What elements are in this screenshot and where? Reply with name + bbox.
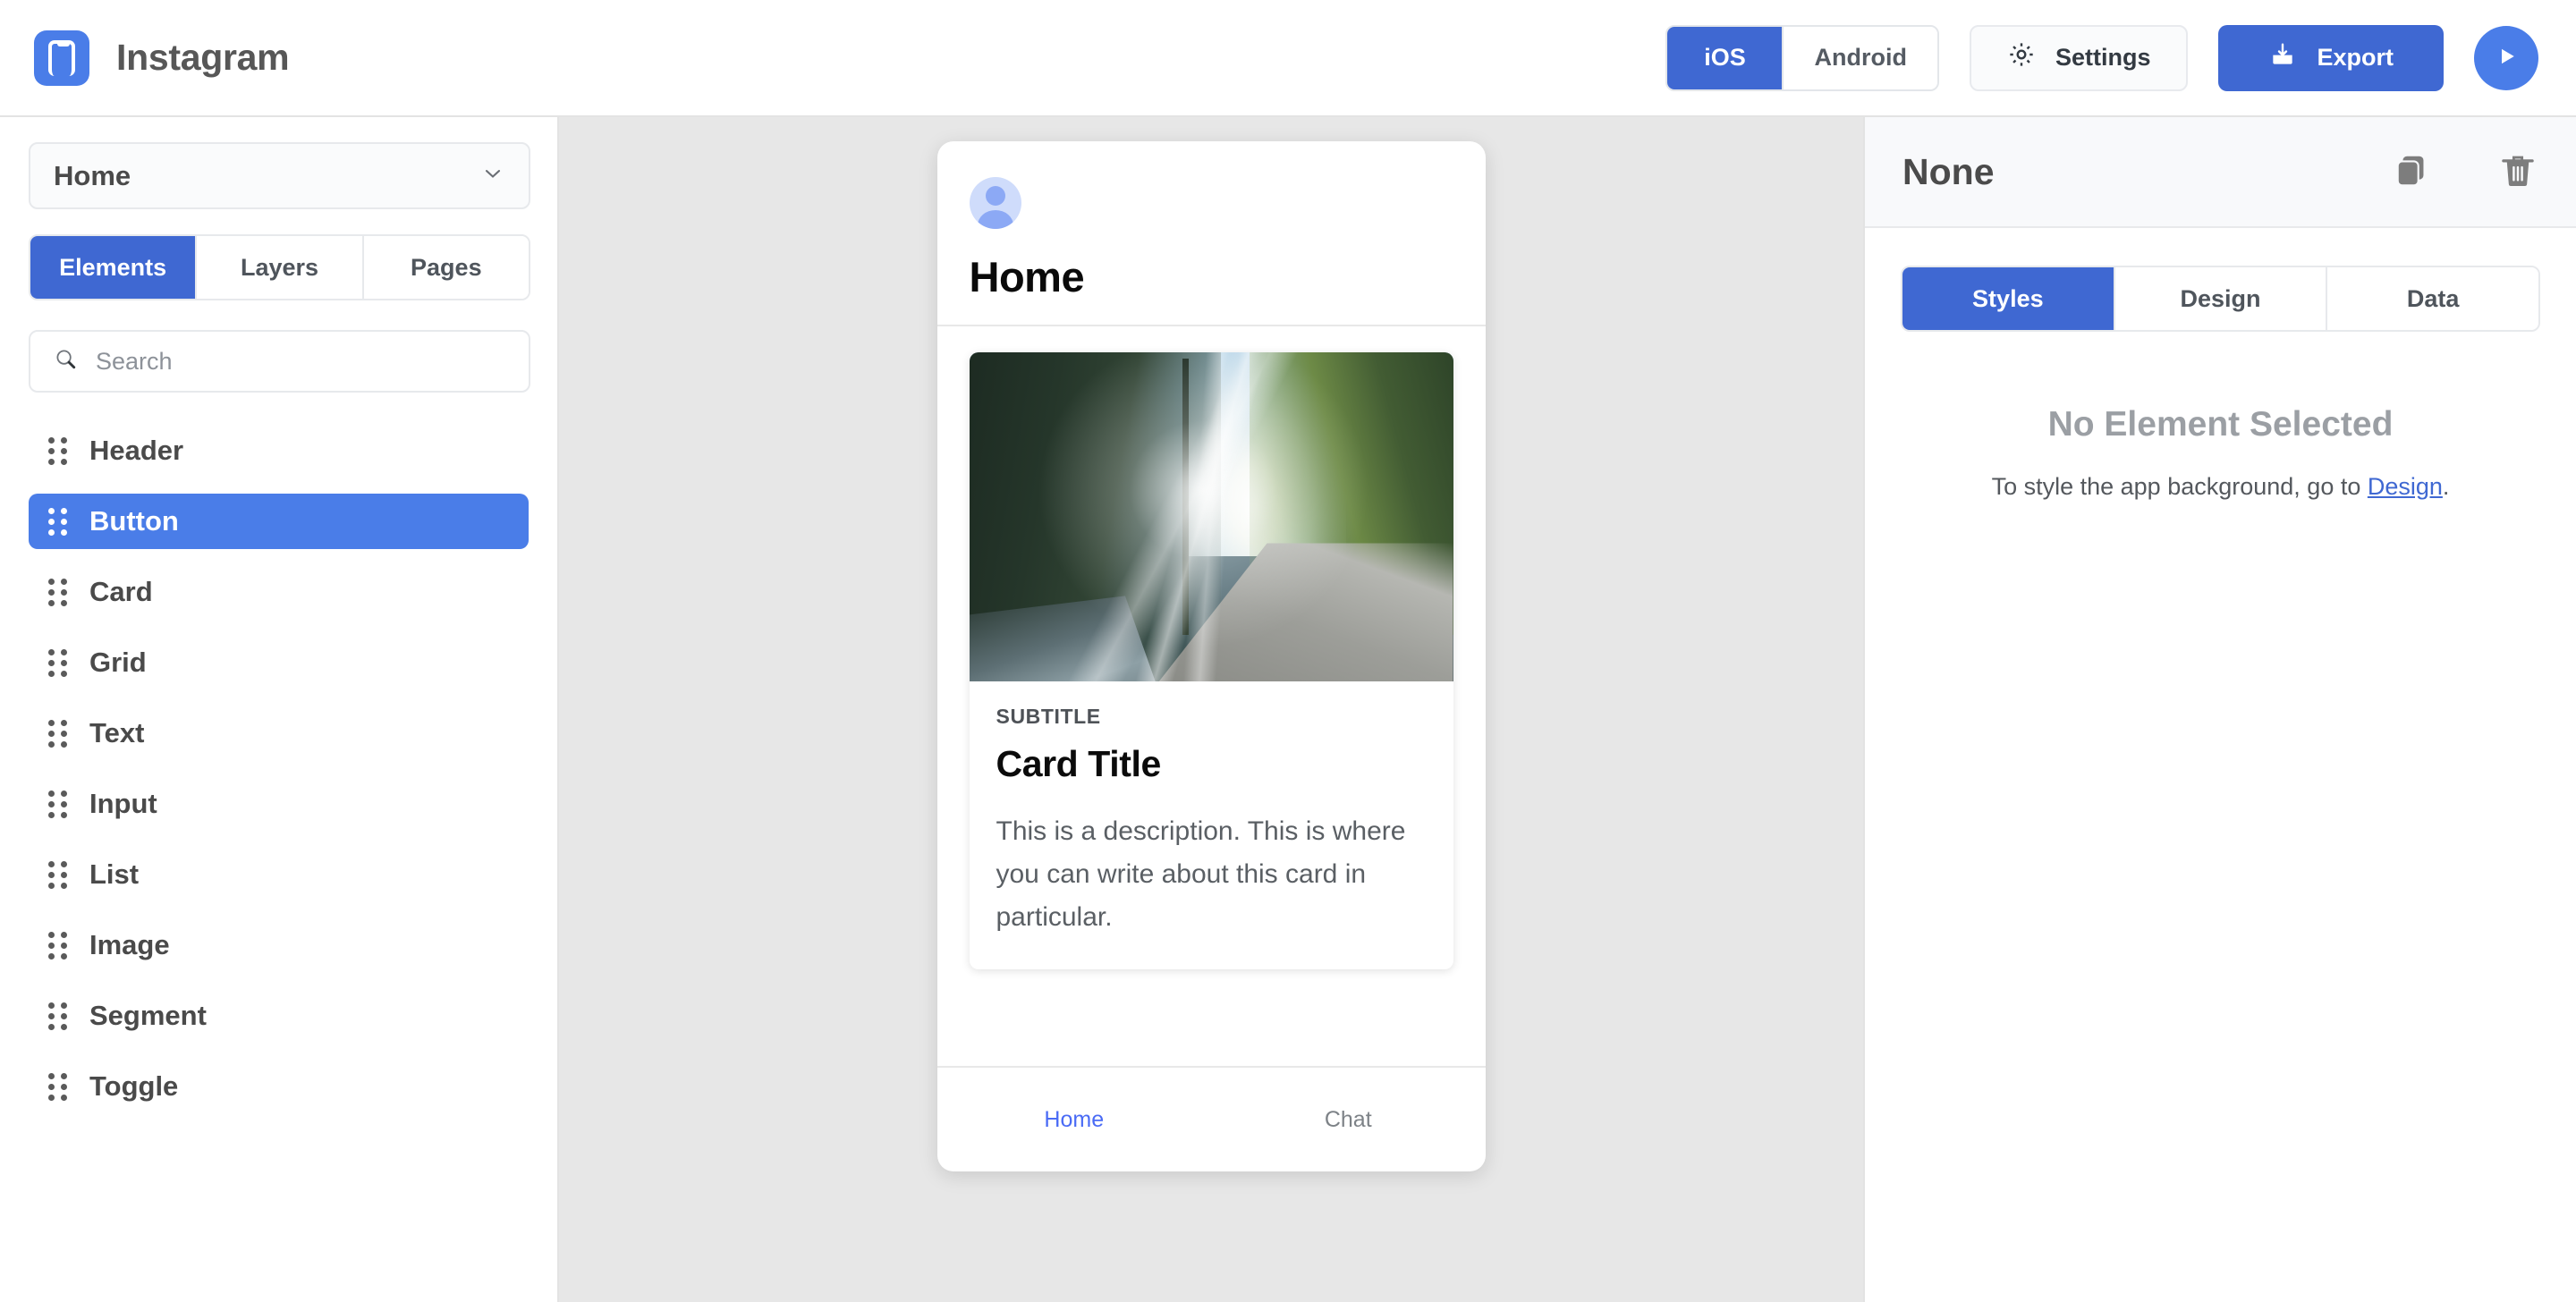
- drag-handle-icon[interactable]: [48, 507, 67, 536]
- drag-handle-icon[interactable]: [48, 648, 67, 677]
- element-item-text[interactable]: Text: [29, 706, 529, 761]
- elements-list: Header Button Card Grid Text Input List: [29, 423, 529, 1129]
- element-item-button[interactable]: Button: [29, 494, 529, 549]
- design-link[interactable]: Design: [2368, 473, 2443, 500]
- trash-icon: [2497, 150, 2538, 194]
- chevron-down-icon: [480, 161, 505, 190]
- phone-app-logo-icon: [34, 30, 89, 86]
- preview-body: SUBTITLE Card Title This is a descriptio…: [937, 326, 1486, 1066]
- element-item-input[interactable]: Input: [29, 776, 529, 832]
- delete-button[interactable]: [2497, 150, 2538, 194]
- empty-state-hint-prefix: To style the app background, go to: [1991, 473, 2368, 500]
- user-avatar-icon[interactable]: [969, 177, 1021, 229]
- canvas-area[interactable]: Home SUBTITLE Card Title This is a descr…: [559, 117, 1863, 1302]
- platform-segmented-control: iOS Android: [1665, 24, 1939, 91]
- duplicate-button[interactable]: [2392, 150, 2433, 194]
- inspector-title: None: [1902, 150, 1995, 192]
- empty-state-hint-suffix: .: [2442, 473, 2450, 500]
- download-icon: [2268, 40, 2297, 75]
- element-item-list[interactable]: List: [29, 847, 529, 902]
- preview-tab-bar: Home Chat: [936, 1066, 1486, 1171]
- element-item-grid[interactable]: Grid: [29, 635, 529, 690]
- drag-handle-icon[interactable]: [48, 1072, 67, 1101]
- preview-header: Home: [937, 141, 1486, 325]
- element-item-label: Text: [89, 717, 145, 748]
- inspector-empty-state: No Element Selected To style the app bac…: [1865, 405, 2576, 501]
- preview-card[interactable]: SUBTITLE Card Title This is a descriptio…: [969, 352, 1453, 969]
- inspector-header: None: [1865, 117, 2576, 228]
- left-sidebar: Home Elements Layers Pages Header Button: [0, 117, 559, 1302]
- drag-handle-icon[interactable]: [48, 578, 67, 606]
- app-title: Instagram: [116, 37, 290, 78]
- platform-tab-ios[interactable]: iOS: [1667, 26, 1783, 89]
- settings-button-label: Settings: [2055, 44, 2151, 71]
- element-item-label: Button: [89, 505, 179, 537]
- element-item-label: Segment: [89, 1000, 207, 1031]
- element-item-card[interactable]: Card: [29, 564, 529, 620]
- sidebar-tabs: Elements Layers Pages: [29, 234, 530, 300]
- settings-button[interactable]: Settings: [1969, 24, 2189, 91]
- search-box[interactable]: [29, 330, 530, 393]
- drag-handle-icon[interactable]: [48, 1002, 67, 1030]
- search-icon: [54, 347, 78, 376]
- platform-tab-android[interactable]: Android: [1782, 26, 1937, 89]
- preview-card-body: SUBTITLE Card Title This is a descriptio…: [970, 681, 1453, 969]
- preview-play-button[interactable]: [2474, 25, 2538, 90]
- inspector-tab-design[interactable]: Design: [2113, 267, 2326, 330]
- drag-handle-icon[interactable]: [48, 860, 67, 889]
- preview-tab-home[interactable]: Home: [937, 1107, 1212, 1133]
- empty-state-title: No Element Selected: [2047, 405, 2394, 444]
- card-title: Card Title: [996, 743, 1162, 784]
- element-item-segment[interactable]: Segment: [29, 988, 529, 1044]
- forest-road-sunbeams-photo: [969, 352, 1453, 681]
- inspector-panel: None Styles Design Data No Element Selec…: [1863, 117, 2576, 1302]
- export-button[interactable]: Export: [2218, 24, 2444, 91]
- copy-icon: [2392, 150, 2433, 194]
- inspector-tabs: Styles Design Data: [1901, 266, 2540, 332]
- export-button-label: Export: [2317, 44, 2394, 71]
- element-item-label: Image: [89, 929, 170, 960]
- element-item-toggle[interactable]: Toggle: [29, 1059, 529, 1114]
- element-item-label: Input: [89, 788, 157, 819]
- preview-tab-chat[interactable]: Chat: [1211, 1107, 1486, 1133]
- search-input[interactable]: [96, 347, 505, 376]
- brand: Instagram: [0, 30, 290, 86]
- page-selector[interactable]: Home: [29, 142, 530, 209]
- preview-screen-title: Home: [969, 253, 1085, 300]
- drag-handle-icon[interactable]: [48, 931, 67, 960]
- element-item-label: List: [89, 858, 140, 890]
- card-subtitle: SUBTITLE: [996, 705, 1101, 728]
- tab-pages[interactable]: Pages: [361, 236, 529, 299]
- play-icon: [2493, 43, 2520, 72]
- empty-state-hint: To style the app background, go to Desig…: [1865, 473, 2576, 501]
- inspector-tab-data[interactable]: Data: [2326, 267, 2538, 330]
- drag-handle-icon[interactable]: [48, 436, 67, 465]
- tab-elements[interactable]: Elements: [30, 236, 196, 299]
- element-item-label: Grid: [89, 647, 147, 678]
- drag-handle-icon[interactable]: [48, 790, 67, 818]
- page-selector-value: Home: [54, 159, 131, 191]
- element-item-label: Header: [89, 435, 184, 466]
- top-bar-actions: iOS Android Settings Export: [1665, 24, 2576, 91]
- tab-layers[interactable]: Layers: [195, 236, 362, 299]
- element-item-label: Toggle: [89, 1070, 179, 1102]
- inspector-actions: [2392, 150, 2538, 194]
- element-item-label: Card: [89, 576, 153, 607]
- element-item-header[interactable]: Header: [29, 423, 529, 478]
- inspector-tab-styles[interactable]: Styles: [1902, 267, 2114, 330]
- element-item-image[interactable]: Image: [29, 917, 529, 973]
- card-description: This is a description. This is where you…: [996, 816, 1406, 932]
- gear-icon: [2007, 40, 2036, 75]
- top-bar: Instagram iOS Android Settings Export: [0, 0, 2576, 117]
- drag-handle-icon[interactable]: [48, 719, 67, 748]
- phone-preview[interactable]: Home SUBTITLE Card Title This is a descr…: [936, 141, 1486, 1171]
